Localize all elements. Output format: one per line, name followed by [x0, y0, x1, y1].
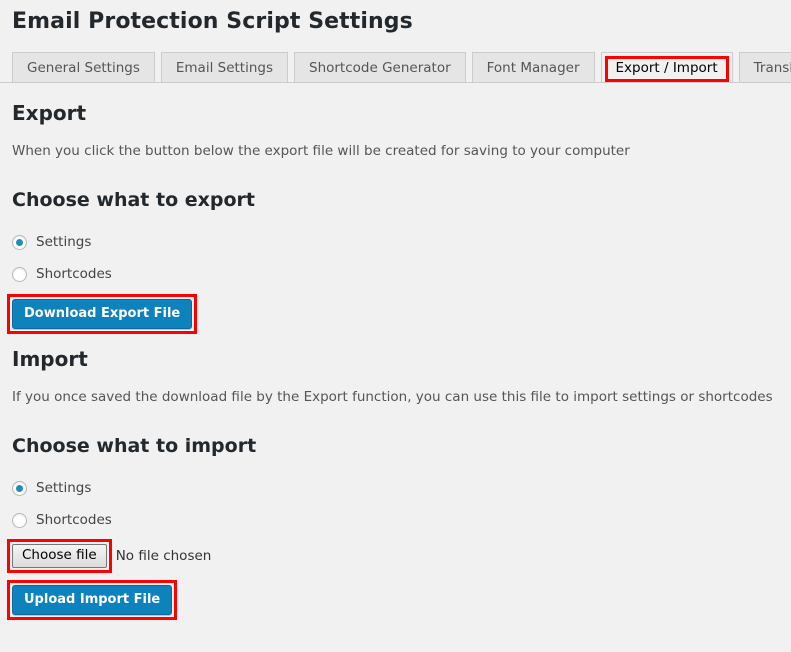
upload-import-file-button[interactable]: Upload Import File: [12, 585, 173, 615]
tab-shortcode-generator[interactable]: Shortcode Generator: [294, 52, 466, 82]
tab-export-import[interactable]: Export / Import: [600, 52, 733, 82]
tab-general-settings[interactable]: General Settings: [12, 52, 155, 82]
tab-label: Translation: [753, 59, 791, 76]
import-option-settings[interactable]: Settings: [12, 458, 779, 496]
upload-import-file-highlight: Upload Import File: [7, 580, 178, 620]
radio-button[interactable]: [12, 234, 27, 250]
tab-label: Export / Import: [615, 59, 718, 76]
import-description: If you once saved the download file by t…: [12, 389, 773, 405]
download-export-file-highlight: Download Export File: [7, 294, 198, 334]
choose-file-button[interactable]: Choose file: [12, 544, 107, 568]
import-choose-heading: Choose what to import: [12, 435, 257, 457]
radio-label: Settings: [36, 234, 92, 250]
radio-label: Shortcodes: [36, 266, 112, 282]
export-description: When you click the button below the expo…: [12, 143, 630, 159]
tab-label: Email Settings: [175, 59, 273, 76]
radio-button[interactable]: [12, 480, 27, 496]
import-heading: Import: [12, 347, 88, 371]
export-heading: Export: [12, 101, 87, 125]
tab-font-manager[interactable]: Font Manager: [471, 52, 595, 82]
choose-file-highlight: Choose file: [7, 539, 112, 573]
radio-button[interactable]: [12, 266, 27, 282]
settings-content: Export When you click the button below t…: [0, 83, 791, 620]
file-status-label: No file chosen: [115, 547, 212, 564]
radio-button[interactable]: [12, 512, 27, 528]
tab-label: General Settings: [27, 59, 140, 76]
tab-label: Font Manager: [486, 59, 580, 76]
tab-label: Shortcode Generator: [309, 59, 451, 76]
page-title: Email Protection Script Settings: [12, 9, 413, 34]
settings-tab-bar: General Settings Email Settings Shortcod…: [0, 50, 791, 83]
import-file-input-row: Choose file No file chosen: [7, 528, 779, 573]
tab-email-settings[interactable]: Email Settings: [160, 52, 288, 82]
radio-label: Settings: [36, 480, 92, 496]
import-option-shortcodes[interactable]: Shortcodes: [12, 496, 779, 528]
export-option-shortcodes[interactable]: Shortcodes: [12, 250, 779, 282]
download-export-file-button[interactable]: Download Export File: [12, 299, 193, 329]
radio-label: Shortcodes: [36, 512, 112, 528]
tab-translation[interactable]: Translation: [738, 52, 791, 82]
export-choose-heading: Choose what to export: [12, 189, 255, 211]
export-option-settings[interactable]: Settings: [12, 212, 779, 250]
